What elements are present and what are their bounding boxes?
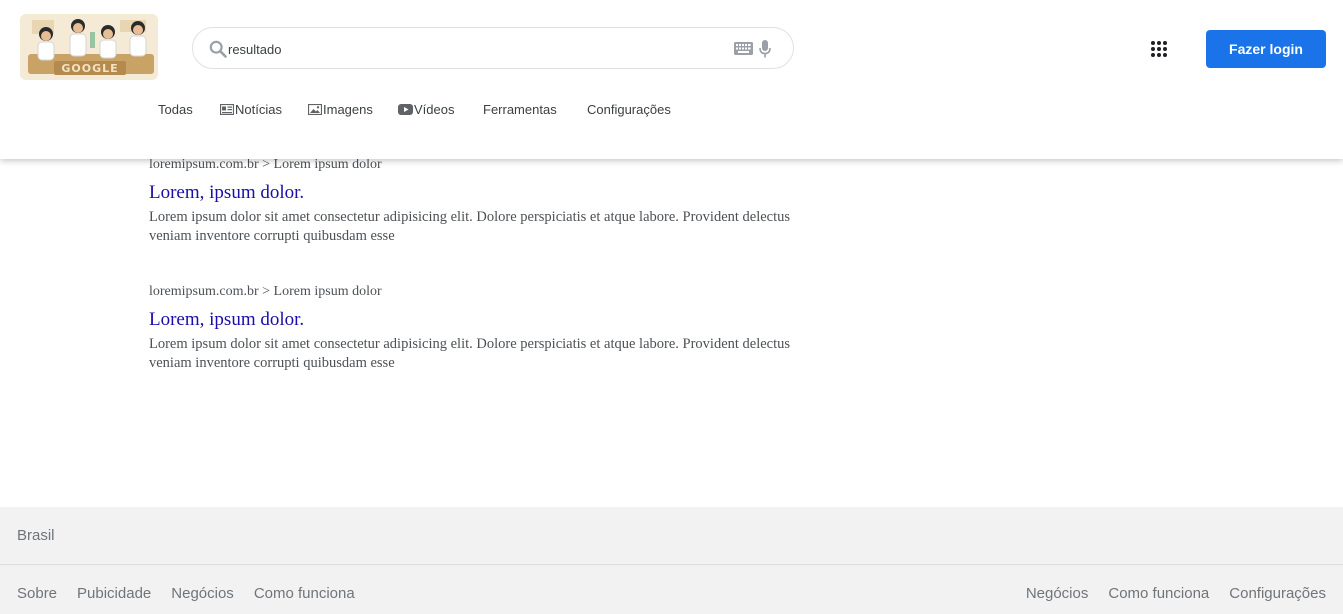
result-snippet: Lorem ipsum dolor sit amet consectetur a… (149, 209, 791, 244)
header: GOOGLE Fazer login (0, 0, 1343, 159)
footer-link-como-funciona[interactable]: Como funciona (1108, 585, 1209, 602)
search-input[interactable] (228, 36, 708, 62)
microphone-icon[interactable] (759, 40, 771, 58)
footer-link-configuracoes[interactable]: Configurações (1229, 585, 1326, 602)
tab-label: Notícias (235, 101, 282, 117)
footer-link-publicidade[interactable]: Pubicidade (77, 585, 151, 602)
tab-imagens[interactable]: Imagens (308, 98, 373, 120)
search-icon[interactable] (209, 40, 227, 58)
newspaper-icon (220, 103, 234, 115)
result-breadcrumb[interactable]: loremipsum.com.br > Lorem ipsum dolor (149, 284, 829, 300)
tab-label: Ferramentas (483, 101, 557, 117)
footer-links-right: Negócios Como funciona Configurações (1026, 585, 1326, 602)
result-breadcrumb[interactable]: loremipsum.com.br > Lorem ipsum dolor (149, 157, 829, 173)
footer-country: Brasil (17, 527, 55, 544)
apps-grid-icon[interactable] (1150, 40, 1168, 58)
search-tabs: Todas Notícias Imagens Vídeos Ferramenta… (0, 98, 800, 120)
tab-todas[interactable]: Todas (158, 98, 193, 120)
footer-link-sobre[interactable]: Sobre (17, 585, 57, 602)
svg-text:GOOGLE: GOOGLE (61, 62, 118, 75)
footer-link-como-funciona[interactable]: Como funciona (254, 585, 355, 602)
search-result: loremipsum.com.br > Lorem ipsum dolor Lo… (149, 157, 829, 246)
tab-videos[interactable]: Vídeos (398, 98, 454, 120)
footer-links-left: Sobre Pubicidade Negócios Como funciona (17, 585, 355, 602)
image-icon (308, 103, 322, 115)
tab-label: Todas (158, 101, 193, 117)
tab-label: Imagens (323, 101, 373, 117)
tab-ferramentas[interactable]: Ferramentas (483, 98, 557, 120)
google-doodle-logo[interactable]: GOOGLE (20, 14, 158, 80)
tab-configuracoes[interactable]: Configurações (587, 98, 671, 120)
footer-link-negocios[interactable]: Negócios (1026, 585, 1089, 602)
result-title-link[interactable]: Lorem, ipsum dolor. (149, 182, 829, 204)
tab-label: Configurações (587, 101, 671, 117)
login-button[interactable]: Fazer login (1206, 30, 1326, 68)
result-title-link[interactable]: Lorem, ipsum dolor. (149, 309, 829, 331)
footer-divider (0, 564, 1343, 565)
footer: Brasil Sobre Pubicidade Negócios Como fu… (0, 507, 1343, 614)
video-icon (398, 103, 413, 115)
keyboard-icon[interactable] (734, 42, 753, 55)
tab-noticias[interactable]: Notícias (220, 98, 282, 120)
search-result: loremipsum.com.br > Lorem ipsum dolor Lo… (149, 284, 829, 373)
tab-label: Vídeos (414, 101, 455, 117)
search-box[interactable] (192, 27, 794, 69)
result-snippet: Lorem ipsum dolor sit amet consectetur a… (149, 336, 791, 371)
footer-link-negocios[interactable]: Negócios (171, 585, 234, 602)
